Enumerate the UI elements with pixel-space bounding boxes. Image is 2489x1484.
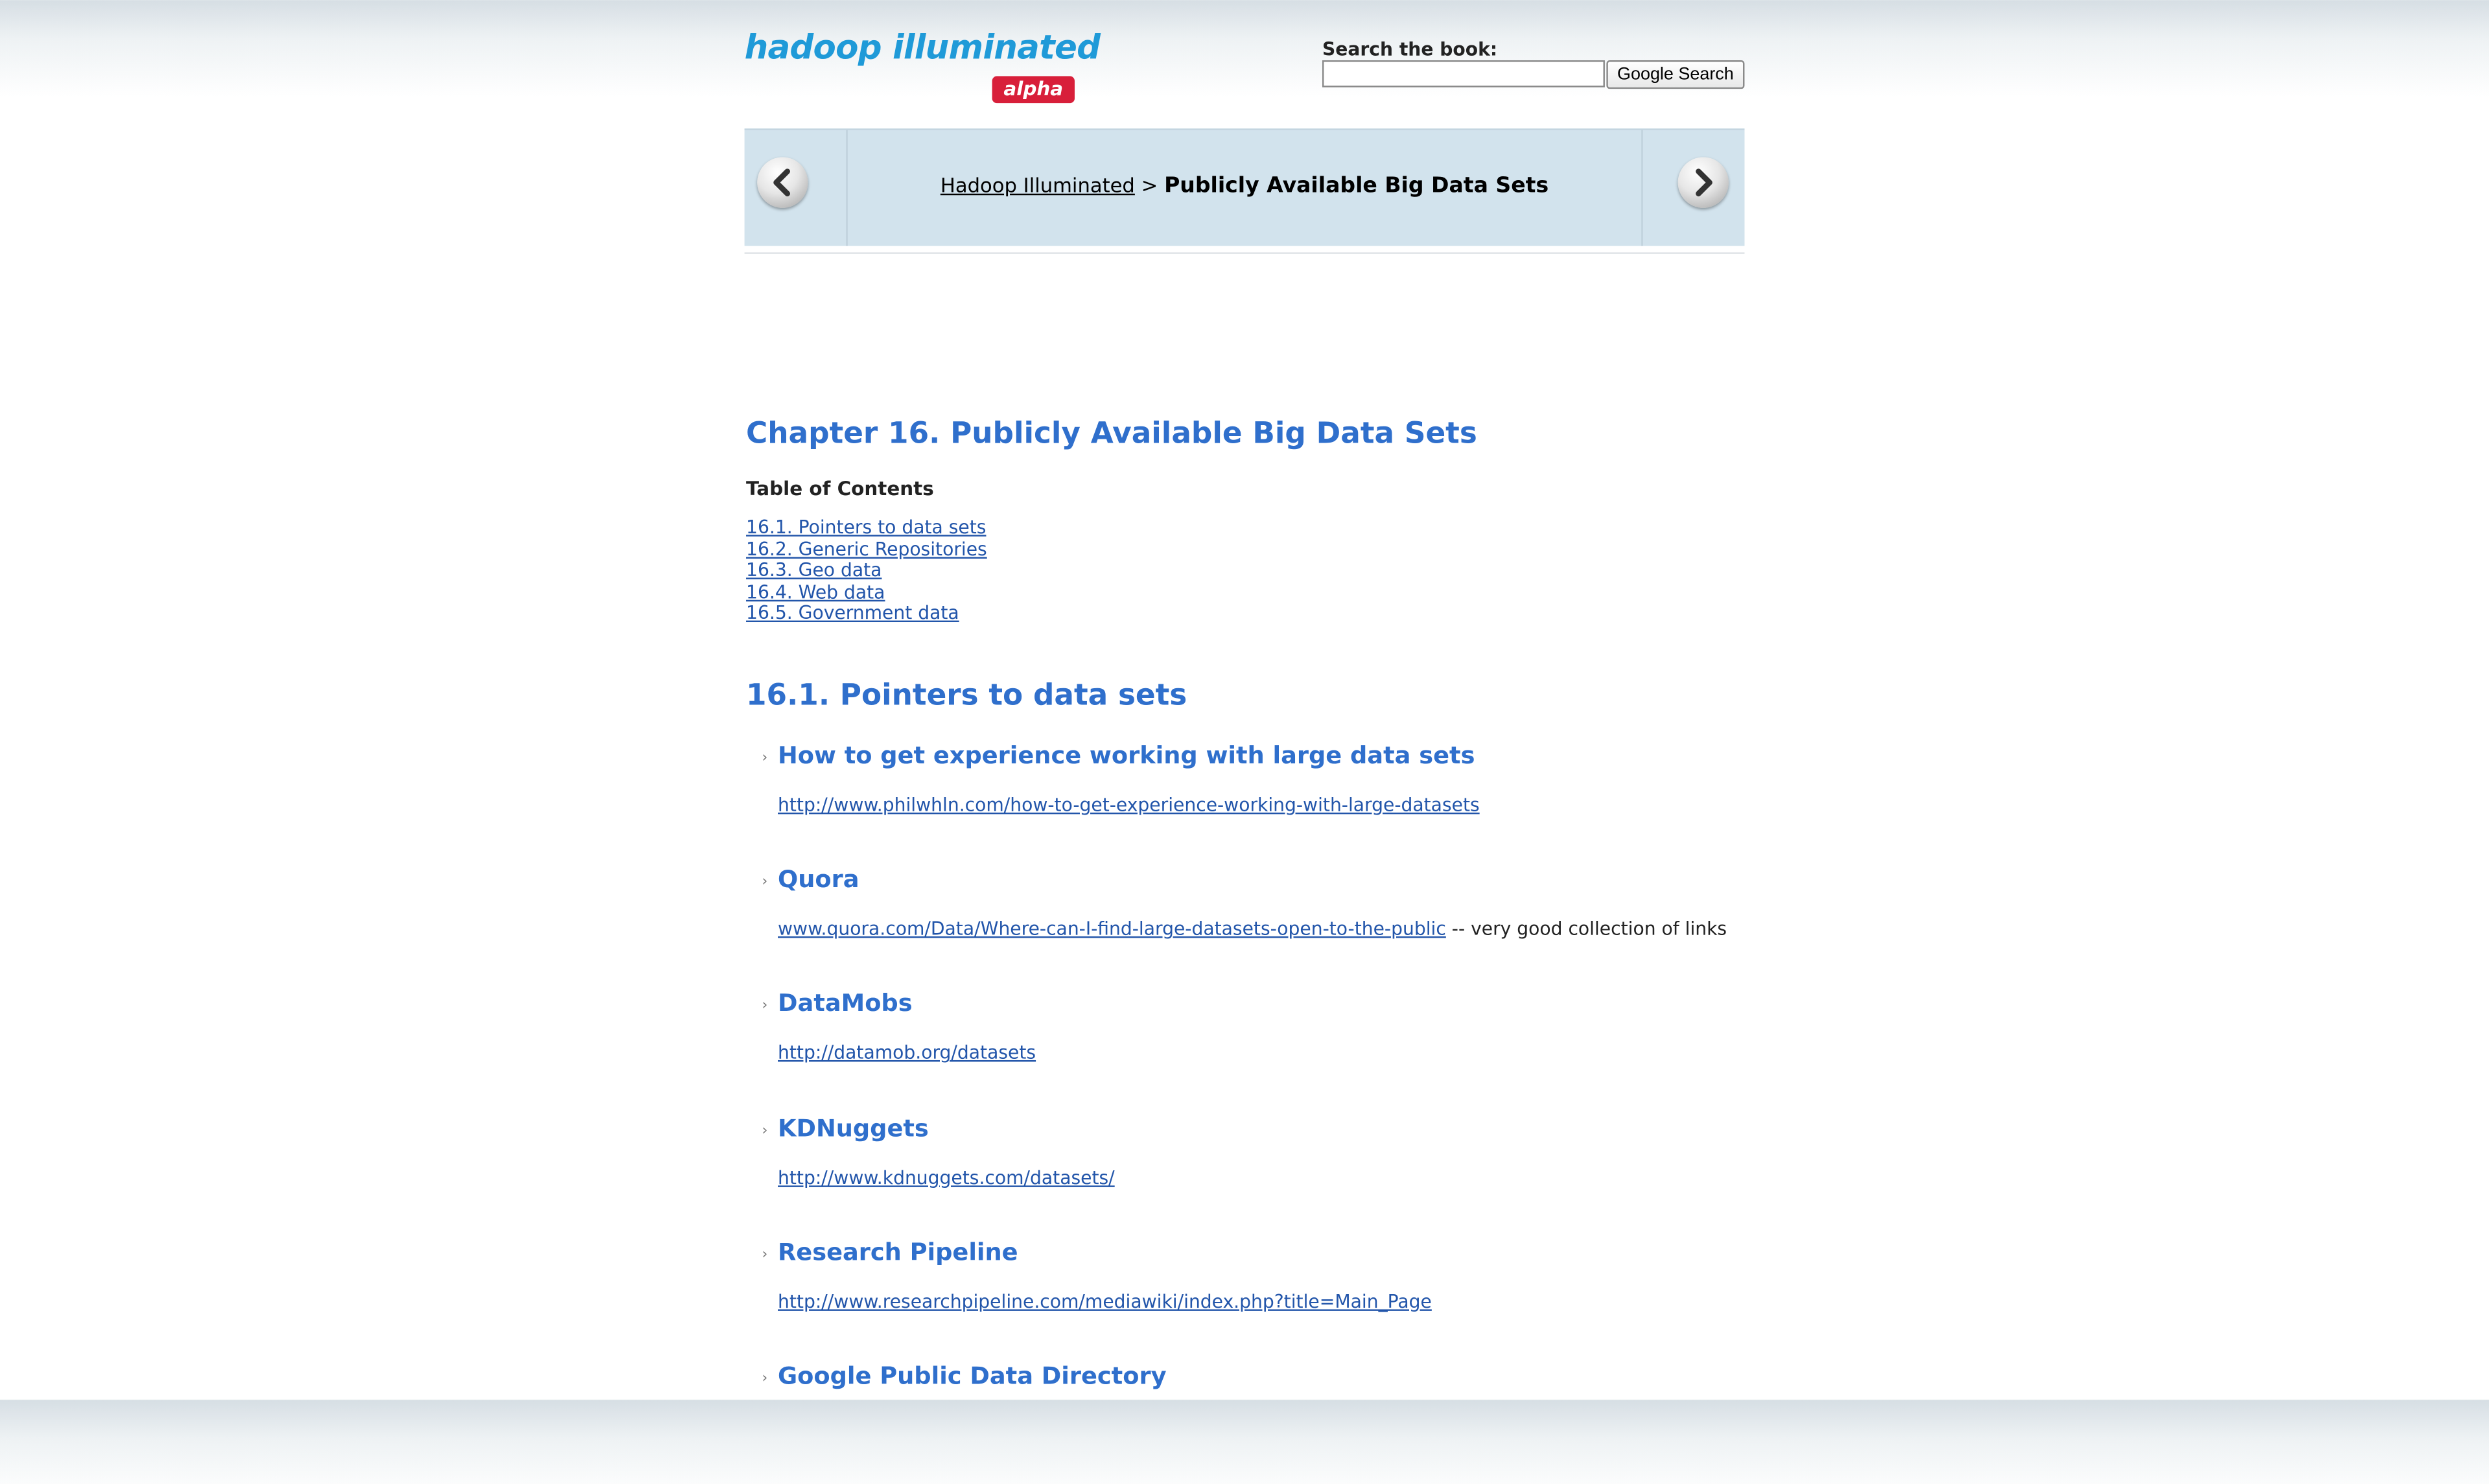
entry-link[interactable]: http://www.kdnuggets.com/datasets/	[778, 1166, 1115, 1188]
main-content: Chapter 16. Publicly Available Big Data …	[746, 416, 1762, 1390]
search-label: Search the book:	[1322, 38, 1498, 61]
logo-text: hadoop illuminated	[744, 29, 1101, 67]
entry-link[interactable]: www.quora.com/Data/Where-can-I-find-larg…	[778, 918, 1446, 940]
toc-title: Table of Contents	[746, 478, 934, 500]
entry-body: http://www.researchpipeline.com/mediawik…	[778, 1290, 1432, 1312]
navigation-bar: Hadoop Illuminated > Publicly Available …	[744, 128, 1745, 246]
bullet-icon: ›	[762, 1247, 768, 1263]
bullet-icon: ›	[762, 999, 768, 1015]
toc-link-generic-repositories[interactable]: 16.2. Generic Repositories	[746, 538, 1762, 560]
entry-link[interactable]: http://datamob.org/datasets	[778, 1041, 1036, 1063]
list-item: › How to get experience working with lar…	[746, 739, 1762, 863]
bullet-icon: ›	[762, 874, 768, 891]
entry-title: Research Pipeline	[778, 1237, 1018, 1266]
header-divider	[744, 252, 1745, 254]
entry-body: http://www.kdnuggets.com/datasets/	[778, 1166, 1115, 1188]
toc-link-geo-data[interactable]: 16.3. Geo data	[746, 559, 1762, 581]
table-of-contents: 16.1. Pointers to data sets 16.2. Generi…	[746, 516, 1762, 625]
list-item: › Google Public Data Directory	[746, 1360, 1762, 1484]
nav-next-cell	[1641, 130, 1744, 246]
entry-title: Google Public Data Directory	[778, 1362, 1167, 1391]
page: hadoop illuminated alpha Search the book…	[0, 0, 2489, 1400]
entry-body: http://www.philwhln.com/how-to-get-exper…	[778, 794, 1480, 816]
chapter-title: Chapter 16. Publicly Available Big Data …	[746, 417, 1477, 451]
entry-note: -- very good collection of links	[1445, 917, 1727, 940]
bullet-icon: ›	[762, 1371, 768, 1387]
entry-link[interactable]: http://www.philwhln.com/how-to-get-exper…	[778, 794, 1480, 816]
logo-badge: alpha	[992, 76, 1075, 104]
entry-link[interactable]: http://www.researchpipeline.com/mediawik…	[778, 1290, 1432, 1312]
entry-title: How to get experience working with large…	[778, 741, 1475, 770]
list-item: › Research Pipeline http://www.researchp…	[746, 1236, 1762, 1360]
google-search-button[interactable]: Google Search	[1606, 60, 1745, 89]
dataset-list: › How to get experience working with lar…	[746, 739, 1762, 1484]
list-item: › DataMobs http://datamob.org/datasets	[746, 988, 1762, 1111]
next-page-button[interactable]	[1677, 157, 1729, 208]
entry-title: KDNuggets	[778, 1113, 929, 1142]
list-item: › Quora www.quora.com/Data/Where-can-I-f…	[746, 864, 1762, 988]
entry-body: http://datamob.org/datasets	[778, 1041, 1036, 1063]
entry-body: www.quora.com/Data/Where-can-I-find-larg…	[778, 918, 1727, 940]
prev-page-button[interactable]	[757, 157, 808, 208]
entry-title: Quora	[778, 865, 859, 894]
chevron-right-icon	[1696, 168, 1712, 197]
section-title: 16.1. Pointers to data sets	[746, 679, 1187, 713]
bullet-icon: ›	[762, 1122, 768, 1139]
nav-prev-cell	[745, 130, 848, 246]
breadcrumb: Hadoop Illuminated > Publicly Available …	[846, 173, 1642, 198]
entry-title: DataMobs	[778, 989, 913, 1018]
toc-link-web-data[interactable]: 16.4. Web data	[746, 581, 1762, 603]
toc-link-government-data[interactable]: 16.5. Government data	[746, 602, 1762, 625]
breadcrumb-link-home[interactable]: Hadoop Illuminated	[941, 173, 1135, 197]
site-logo[interactable]: hadoop illuminated alpha	[745, 29, 1101, 111]
chevron-left-icon	[773, 168, 790, 197]
breadcrumb-current: Publicly Available Big Data Sets	[1164, 172, 1549, 199]
toc-link-pointers[interactable]: 16.1. Pointers to data sets	[746, 516, 1762, 539]
bullet-icon: ›	[762, 750, 768, 767]
list-item: › KDNuggets http://www.kdnuggets.com/dat…	[746, 1112, 1762, 1236]
breadcrumb-separator: >	[1141, 172, 1158, 197]
search-input[interactable]	[1322, 60, 1605, 87]
